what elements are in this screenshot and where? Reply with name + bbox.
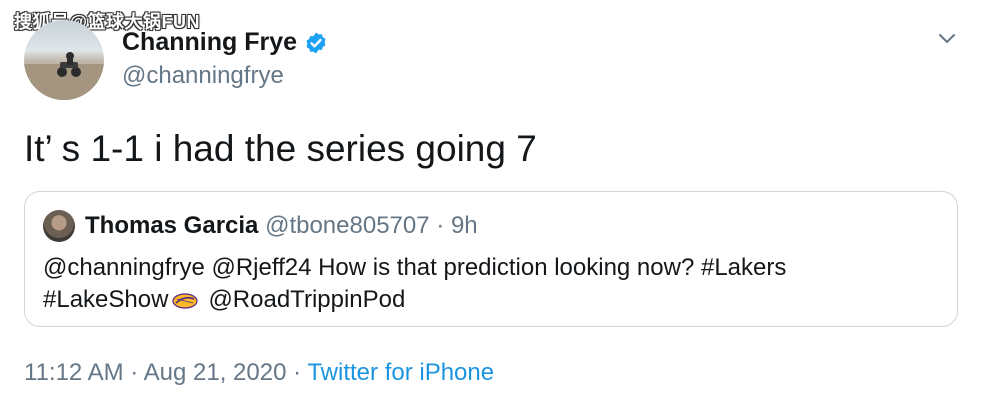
tweet-metadata: 11:12 AM · Aug 21, 2020 · Twitter for iP… <box>24 359 494 387</box>
lakers-logo-icon <box>172 293 199 309</box>
tweet-date[interactable]: Aug 21, 2020 <box>144 359 287 386</box>
quoted-tweet-header: Thomas Garcia @tbone805707 · 9h <box>85 212 478 240</box>
tweet-source-link[interactable]: Twitter for iPhone <box>307 359 494 386</box>
avatar-scene <box>24 52 104 100</box>
quoted-author-avatar[interactable] <box>43 210 75 242</box>
quoted-tweet-text: @channingfrye @Rjeff24 How is that predi… <box>43 252 943 316</box>
quoted-text-line-1: @channingfrye @Rjeff24 How is that predi… <box>43 254 787 281</box>
tweet-text: It’ s 1-1 i had the series going 7 <box>24 128 537 169</box>
author-avatar[interactable] <box>24 20 104 100</box>
author-display-name[interactable]: Channing Frye <box>122 28 297 57</box>
quoted-time-separator: · <box>436 212 445 239</box>
meta-separator-2: · <box>293 359 302 386</box>
tweet-time[interactable]: 11:12 AM <box>24 359 124 386</box>
author-name-row: Channing Frye <box>122 28 328 57</box>
quoted-timestamp: 9h <box>450 212 478 239</box>
hashtag-lakeshow: #LakeShow <box>43 286 169 313</box>
mention-roadtrippinpod: @RoadTrippinPod <box>208 286 406 313</box>
quoted-tweet[interactable]: Thomas Garcia @tbone805707 · 9h @channin… <box>24 191 958 327</box>
chevron-down-icon[interactable] <box>937 30 957 48</box>
meta-separator-1: · <box>130 359 139 386</box>
quoted-text-line-2: #LakeShow @RoadTrippinPod <box>43 284 943 316</box>
author-handle[interactable]: @channingfrye <box>122 62 284 90</box>
quoted-author-handle: @tbone805707 <box>265 212 430 239</box>
verified-badge-icon <box>306 32 326 53</box>
quoted-author-display-name: Thomas Garcia <box>85 212 259 239</box>
